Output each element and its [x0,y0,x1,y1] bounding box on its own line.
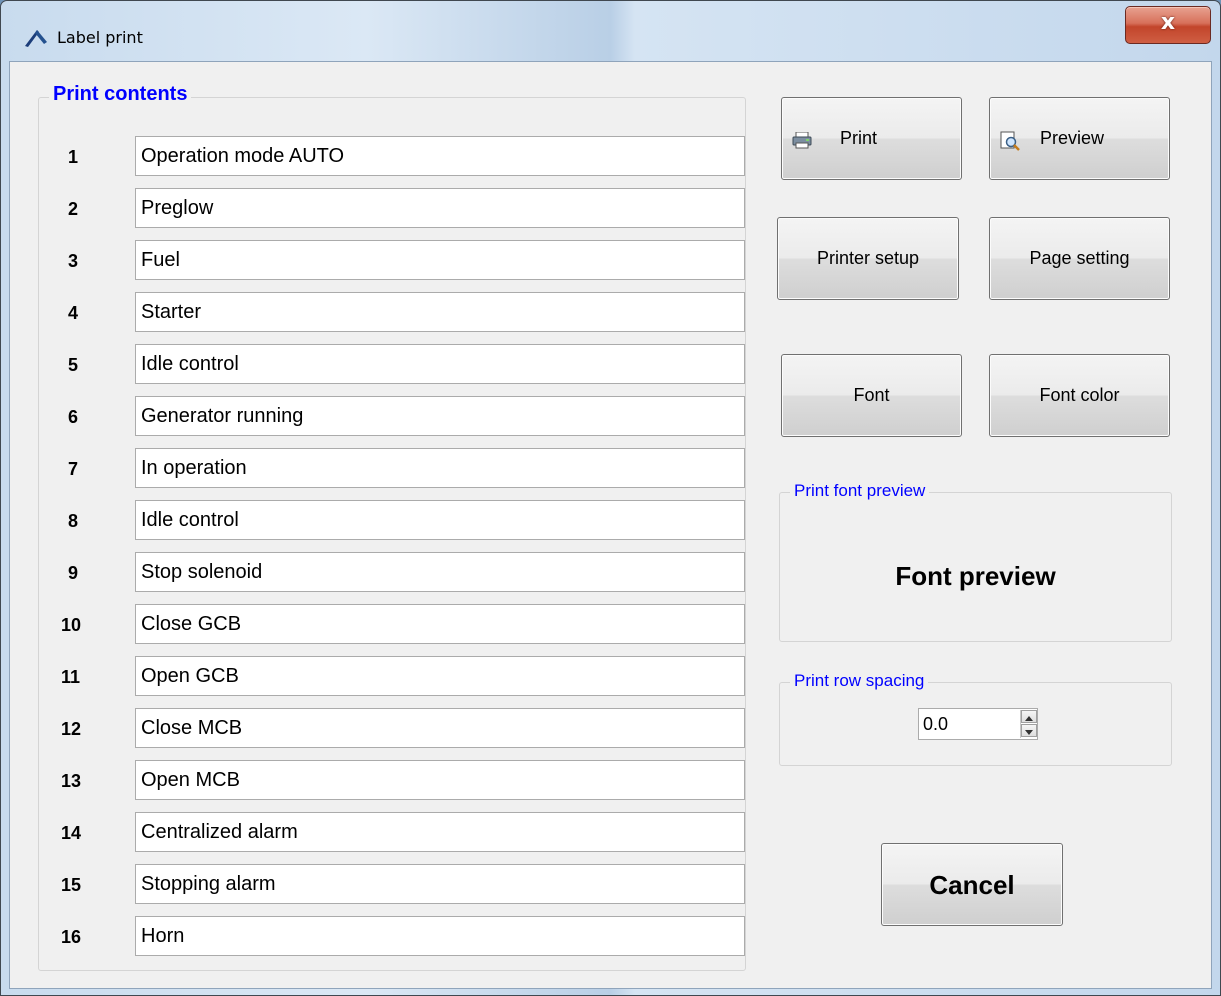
printer-setup-button-label: Printer setup [816,248,920,268]
print-row-input[interactable]: Idle control [135,500,745,540]
print-row-input[interactable]: Open MCB [135,760,745,800]
label-print-window: Label print x Print contents 1 Operation … [0,0,1221,996]
printer-icon [792,132,812,149]
print-row-input[interactable]: Generator running [135,396,745,436]
print-row-input[interactable]: Horn [135,916,745,956]
row-number: 16 [61,927,82,947]
arrow-up-icon[interactable] [1021,710,1037,723]
print-row-input[interactable]: Fuel [135,240,745,280]
print-contents-label: Print contents [49,83,192,106]
arrow-down-icon[interactable] [1021,724,1037,737]
row-number: 6 [68,407,79,427]
print-row-input[interactable]: In operation [135,448,745,488]
print-row-input[interactable]: Preglow [135,188,745,228]
row-spacing-spinner[interactable] [1020,710,1037,738]
row-number: 3 [68,251,79,271]
cancel-button-label: Cancel [929,870,1015,900]
print-button[interactable]: Print [781,97,962,180]
row-number: 7 [68,459,79,479]
print-button-label: Print [840,128,878,148]
print-row-input[interactable]: Stop solenoid [135,552,745,592]
print-row-input[interactable]: Starter [135,292,745,332]
page-setting-button[interactable]: Page setting [989,217,1170,300]
print-row-input[interactable]: Operation mode AUTO [135,136,745,176]
preview-button-label: Preview [1040,128,1105,148]
row-number: 11 [61,667,81,687]
row-number: 15 [61,875,82,895]
page-setting-button-label: Page setting [1029,248,1130,268]
window-title: Label print [57,28,143,47]
row-number: 14 [61,823,82,843]
print-row-input[interactable]: Open GCB [135,656,745,696]
row-number: 4 [68,303,79,323]
cancel-button[interactable]: Cancel [881,843,1063,926]
print-font-preview-group: Print font preview Font preview [779,481,1172,642]
print-row-input[interactable]: Close GCB [135,604,745,644]
printer-setup-button[interactable]: Printer setup [777,217,959,300]
print-row-input[interactable]: Centralized alarm [135,812,745,852]
dialog-client-area: Print contents 1 Operation mode AUTO 2 Preg… [9,61,1212,989]
preview-button[interactable]: Preview [989,97,1170,180]
print-row-input[interactable]: Idle control [135,344,745,384]
row-number: 2 [68,199,79,219]
print-row-input[interactable]: Close MCB [135,708,745,748]
row-number: 8 [68,511,79,531]
label-print-app-icon [25,30,47,47]
row-number: 10 [61,615,82,635]
font-color-button-label: Font color [1039,385,1120,405]
print-contents-group: Print contents 1 Operation mode AUTO 2 Preg… [38,83,746,971]
print-font-preview-label: Print font preview [790,481,930,501]
font-button-label: Font [853,385,890,405]
close-icon: x [1160,10,1176,35]
close-button[interactable]: x [1125,6,1211,44]
font-button[interactable]: Font [781,354,962,437]
row-number: 1 [68,147,79,167]
row-number: 13 [61,771,82,791]
font-preview-sample: Font preview [895,561,1056,591]
row-number: 12 [61,719,82,739]
print-row-input[interactable]: Stopping alarm [135,864,745,904]
print-row-spacing-group: Print row spacing 0.0 [779,671,1172,766]
magnifier-page-icon [1000,131,1020,151]
row-number: 5 [68,355,79,375]
row-number: 9 [68,563,79,583]
font-color-button[interactable]: Font color [989,354,1170,437]
print-row-spacing-label: Print row spacing [790,671,929,691]
